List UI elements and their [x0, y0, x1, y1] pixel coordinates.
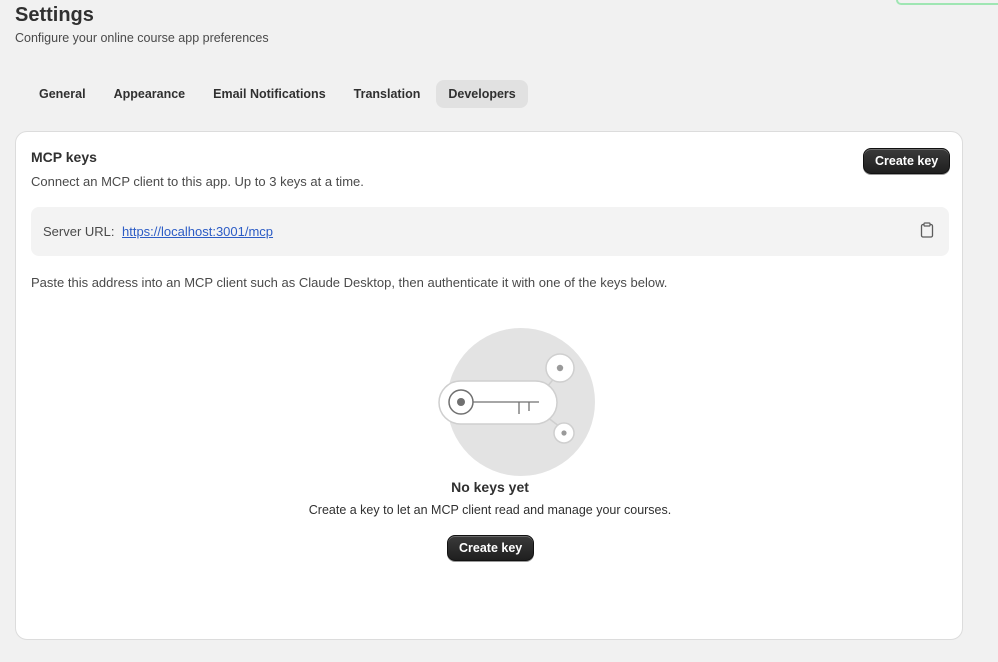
card-description: Connect an MCP client to this app. Up to… [31, 174, 364, 189]
empty-state-create-key-button[interactable]: Create key [447, 535, 535, 561]
paste-hint-text: Paste this address into an MCP client su… [31, 275, 668, 290]
server-url-link[interactable]: https://localhost:3001/mcp [122, 224, 273, 239]
mcp-keys-card: MCP keys Connect an MCP client to this a… [15, 131, 963, 640]
create-key-button[interactable]: Create key [863, 148, 951, 174]
tab-email-notifications[interactable]: Email Notifications [201, 80, 338, 108]
top-accent-decoration [896, 0, 998, 5]
empty-state: No keys yet Create a key to let an MCP c… [31, 302, 949, 632]
settings-tabs: General Appearance Email Notifications T… [27, 80, 528, 108]
clipboard-icon[interactable] [920, 222, 934, 238]
tab-developers[interactable]: Developers [436, 80, 528, 108]
server-url-box: Server URL: https://localhost:3001/mcp [31, 207, 949, 256]
empty-state-title: No keys yet [451, 479, 529, 495]
tab-appearance[interactable]: Appearance [102, 80, 198, 108]
card-title: MCP keys [31, 149, 97, 165]
tab-general[interactable]: General [27, 80, 98, 108]
empty-state-description: Create a key to let an MCP client read a… [308, 503, 672, 517]
key-illustration [419, 322, 599, 482]
page-title: Settings [15, 4, 94, 26]
page-subtitle: Configure your online course app prefere… [15, 31, 269, 45]
server-url-label: Server URL: [43, 224, 115, 239]
tab-translation[interactable]: Translation [342, 80, 433, 108]
